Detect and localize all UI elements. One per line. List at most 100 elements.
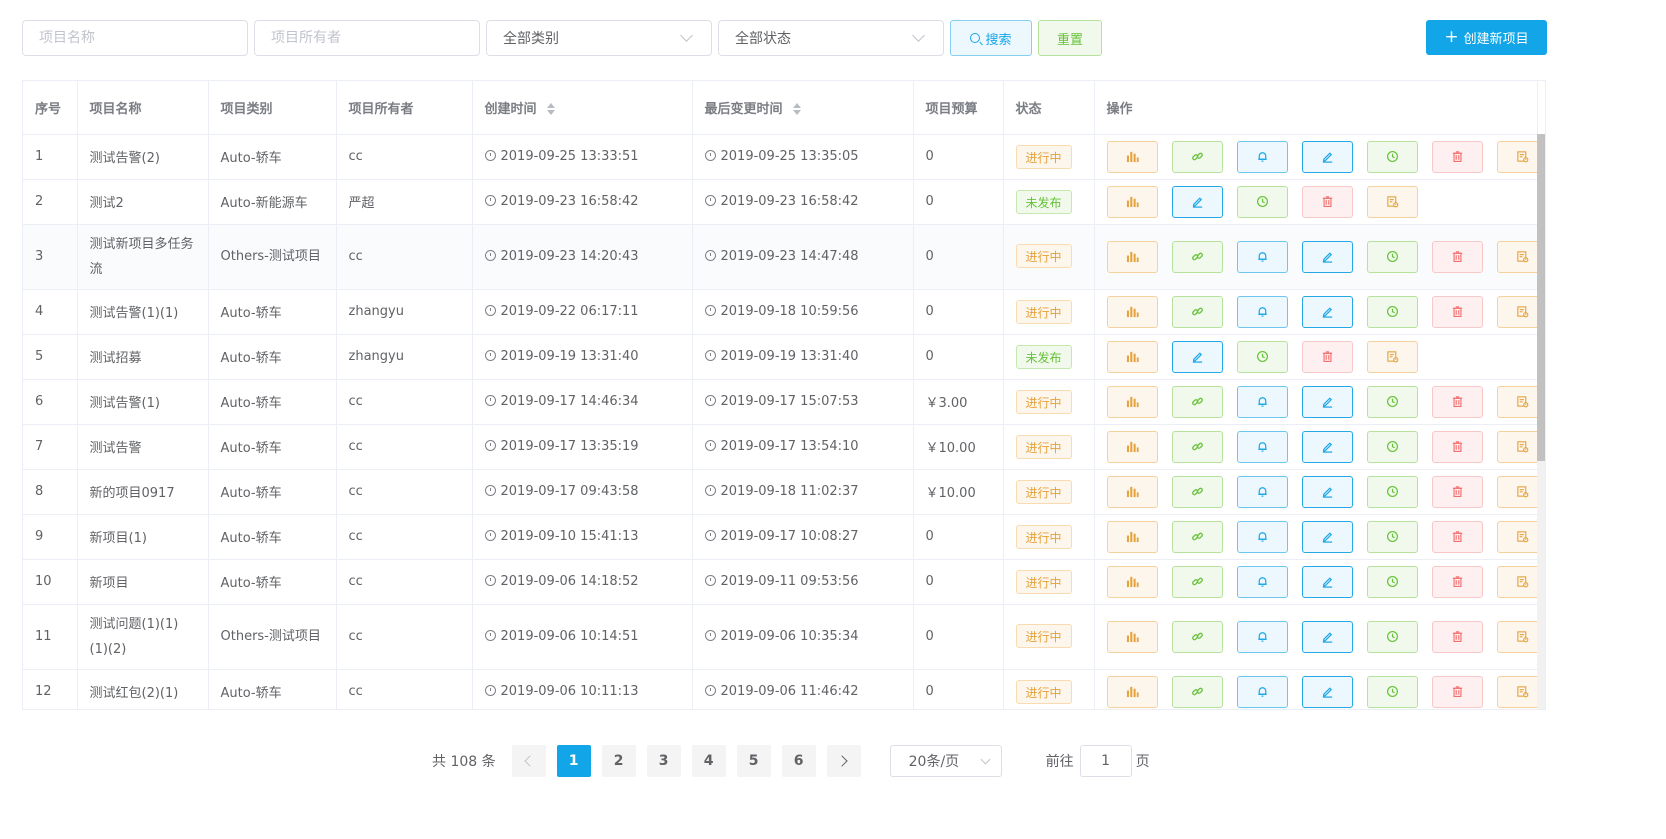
scrollbar-thumb[interactable] xyxy=(1537,134,1545,461)
chart-button[interactable] xyxy=(1106,475,1158,508)
history-button[interactable] xyxy=(1236,185,1288,218)
delete-button[interactable] xyxy=(1431,675,1483,708)
delete-button[interactable] xyxy=(1431,475,1483,508)
cell-modified-time: 2019-09-06 11:46:42 xyxy=(692,669,914,709)
cell-owner: cc xyxy=(336,514,473,560)
reset-button[interactable]: 重置 xyxy=(1038,20,1102,56)
create-project-button[interactable]: + 创建新项目 xyxy=(1426,20,1547,55)
chart-button[interactable] xyxy=(1106,295,1158,328)
table-scrollbar[interactable] xyxy=(1537,134,1545,709)
bell-button[interactable] xyxy=(1236,430,1288,463)
delete-button[interactable] xyxy=(1431,240,1483,273)
edit-button[interactable] xyxy=(1301,565,1353,598)
history-button[interactable] xyxy=(1366,385,1418,418)
link-button[interactable] xyxy=(1171,430,1223,463)
bell-button[interactable] xyxy=(1236,295,1288,328)
chart-button[interactable] xyxy=(1106,185,1158,218)
delete-button[interactable] xyxy=(1431,385,1483,418)
bell-button[interactable] xyxy=(1236,565,1288,598)
page-button-3[interactable]: 3 xyxy=(646,745,681,777)
edit-button[interactable] xyxy=(1301,675,1353,708)
sort-icon[interactable] xyxy=(547,103,556,116)
page-button-5[interactable]: 5 xyxy=(736,745,771,777)
delete-button[interactable] xyxy=(1431,620,1483,653)
chart-button[interactable] xyxy=(1106,430,1158,463)
history-button[interactable] xyxy=(1366,140,1418,173)
edit-button[interactable] xyxy=(1301,620,1353,653)
report-button[interactable] xyxy=(1366,185,1418,218)
history-button[interactable] xyxy=(1366,430,1418,463)
page-size-select[interactable]: 20条/页 xyxy=(889,745,1002,777)
chart-button[interactable] xyxy=(1106,240,1158,273)
chart-button[interactable] xyxy=(1106,520,1158,553)
history-button[interactable] xyxy=(1366,475,1418,508)
chart-button[interactable] xyxy=(1106,565,1158,598)
delete-button[interactable] xyxy=(1431,565,1483,598)
edit-button[interactable] xyxy=(1301,520,1353,553)
link-button[interactable] xyxy=(1171,240,1223,273)
page-button-2[interactable]: 2 xyxy=(601,745,636,777)
report-button[interactable] xyxy=(1366,340,1418,373)
link-button[interactable] xyxy=(1171,620,1223,653)
bell-button[interactable] xyxy=(1236,675,1288,708)
history-button[interactable] xyxy=(1366,620,1418,653)
project-name-input[interactable] xyxy=(22,20,248,56)
delete-button[interactable] xyxy=(1431,140,1483,173)
bell-button[interactable] xyxy=(1236,140,1288,173)
history-button[interactable] xyxy=(1366,675,1418,708)
chart-button[interactable] xyxy=(1106,675,1158,708)
page-button-4[interactable]: 4 xyxy=(691,745,726,777)
bell-button[interactable] xyxy=(1236,620,1288,653)
next-page-button[interactable] xyxy=(826,745,861,777)
status-badge: 进行中 xyxy=(1015,479,1072,504)
link-button[interactable] xyxy=(1171,385,1223,418)
table-row: 3 测试新项目多任务流 Others-测试项目 cc 2019-09-23 14:20:… xyxy=(23,224,1545,290)
bell-button[interactable] xyxy=(1236,240,1288,273)
edit-button[interactable] xyxy=(1301,475,1353,508)
delete-button[interactable] xyxy=(1431,430,1483,463)
bell-button[interactable] xyxy=(1236,475,1288,508)
history-button[interactable] xyxy=(1366,520,1418,553)
delete-button[interactable] xyxy=(1431,520,1483,553)
category-select[interactable]: 全部类别 xyxy=(486,20,712,56)
edit-button[interactable] xyxy=(1171,185,1223,218)
chart-button[interactable] xyxy=(1106,340,1158,373)
header-modified[interactable]: 最后变更时间 xyxy=(692,81,914,135)
chart-button[interactable] xyxy=(1106,620,1158,653)
link-button[interactable] xyxy=(1171,565,1223,598)
link-button[interactable] xyxy=(1171,675,1223,708)
history-button[interactable] xyxy=(1366,565,1418,598)
link-button[interactable] xyxy=(1171,295,1223,328)
chart-button[interactable] xyxy=(1106,140,1158,173)
link-button[interactable] xyxy=(1171,140,1223,173)
page-button-6[interactable]: 6 xyxy=(781,745,816,777)
header-created[interactable]: 创建时间 xyxy=(472,81,693,135)
delete-button[interactable] xyxy=(1301,185,1353,218)
page-button-1[interactable]: 1 xyxy=(556,745,591,777)
delete-button[interactable] xyxy=(1431,295,1483,328)
history-button[interactable] xyxy=(1236,340,1288,373)
edit-button[interactable] xyxy=(1301,240,1353,273)
prev-page-button[interactable] xyxy=(511,745,546,777)
bell-button[interactable] xyxy=(1236,520,1288,553)
delete-button[interactable] xyxy=(1301,340,1353,373)
goto-page-input[interactable] xyxy=(1079,745,1132,777)
link-button[interactable] xyxy=(1171,475,1223,508)
edit-button[interactable] xyxy=(1301,385,1353,418)
status-select[interactable]: 全部状态 xyxy=(718,20,944,56)
edit-button[interactable] xyxy=(1301,295,1353,328)
project-owner-input[interactable] xyxy=(254,20,480,56)
link-button[interactable] xyxy=(1171,520,1223,553)
edit-button[interactable] xyxy=(1301,430,1353,463)
bell-button[interactable] xyxy=(1236,385,1288,418)
chart-button[interactable] xyxy=(1106,385,1158,418)
search-button[interactable]: 搜索 xyxy=(950,20,1032,56)
edit-button[interactable] xyxy=(1171,340,1223,373)
delete-icon xyxy=(1451,395,1464,408)
history-button[interactable] xyxy=(1366,295,1418,328)
edit-button[interactable] xyxy=(1301,140,1353,173)
sort-icon[interactable] xyxy=(793,103,802,116)
bell-icon xyxy=(1256,685,1269,698)
modified-time-text: 2019-09-06 11:46:42 xyxy=(720,684,859,699)
history-button[interactable] xyxy=(1366,240,1418,273)
